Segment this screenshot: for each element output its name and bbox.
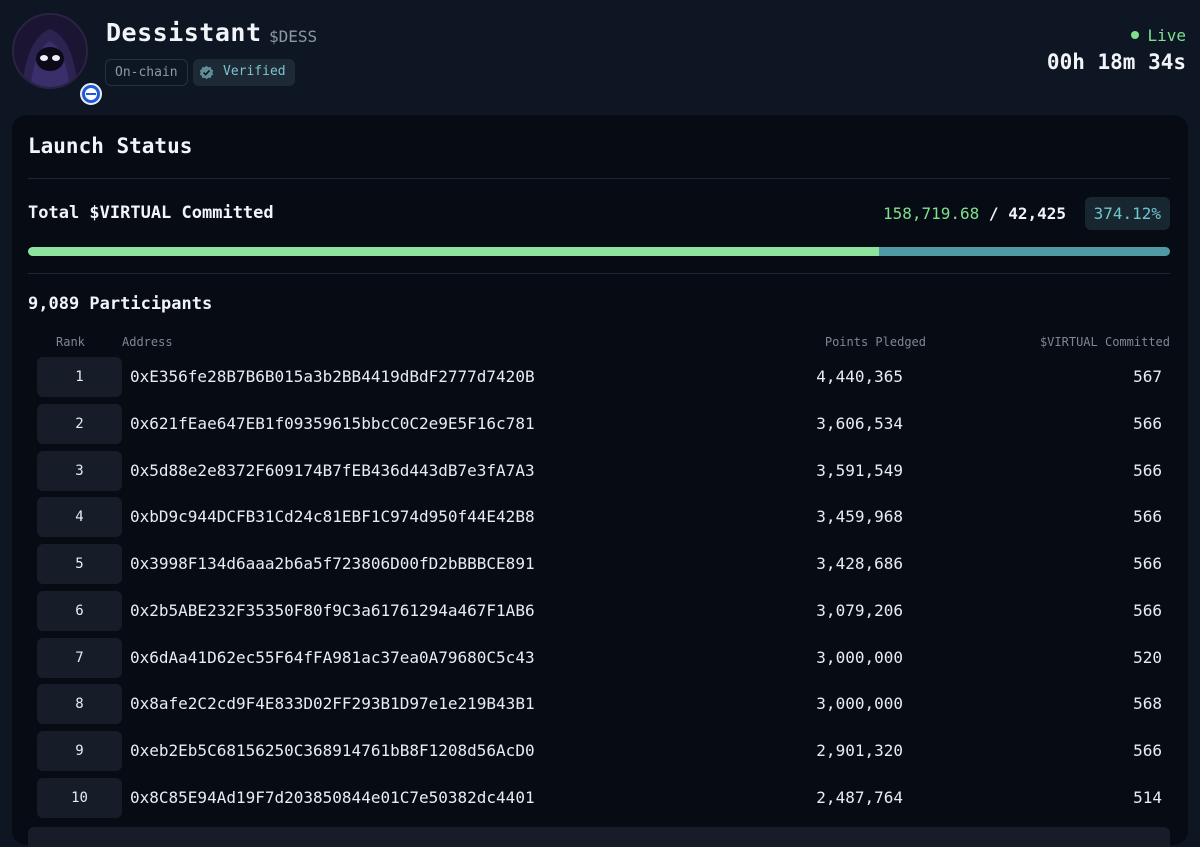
address-cell[interactable]: 0xeb2Eb5C68156250C368914761bB8F1208d56Ac… xyxy=(130,731,535,771)
address-cell[interactable]: 0x8C85E94Ad19F7d203850844e01C7e50382dc44… xyxy=(130,778,535,818)
header-rank: Rank xyxy=(56,335,85,349)
verified-label: Verified xyxy=(223,64,286,79)
rank-cell: 4 xyxy=(37,497,122,538)
onchain-tag: On-chain xyxy=(105,59,188,86)
token-name: Dessistant xyxy=(106,18,262,47)
check-shield-icon xyxy=(199,65,214,80)
token-header: Dessistant $DESS On-chain Verified Live … xyxy=(0,0,1200,110)
committed-cell: 566 xyxy=(1133,554,1162,573)
address-cell[interactable]: 0x621fEae647EB1f09359615bbcC0C2e9E5F16c7… xyxy=(130,404,535,444)
table-row[interactable]: 3 0x5d88e2e8372F609174B7fEB436d443dB7e3fA… xyxy=(12,450,1188,491)
header-address: Address xyxy=(122,335,173,349)
rank-cell: 9 xyxy=(37,731,122,771)
header-points: Points Pledged xyxy=(824,335,926,349)
live-dot-icon xyxy=(1131,31,1140,39)
points-cell: 3,428,686 xyxy=(816,554,903,573)
points-cell: 3,079,206 xyxy=(816,600,903,620)
committed-cell: 566 xyxy=(1133,460,1162,480)
rank-cell: 7 xyxy=(37,637,122,678)
committed-cell: 568 xyxy=(1133,694,1162,714)
card-title: Launch Status xyxy=(28,134,193,158)
table-row[interactable]: 10 0x8C85E94Ad19F7d203850844e01C7e50382dc… xyxy=(12,777,1188,818)
address-cell[interactable]: 0x5d88e2e8372F609174B7fEB436d443dB7e3fA7… xyxy=(130,451,535,491)
points-cell: 3,606,534 xyxy=(816,413,903,433)
address-cell[interactable]: 0x2b5ABE232F35350F80f9C3a61761294a467F1A… xyxy=(130,591,535,631)
committed-cell: 566 xyxy=(1133,507,1162,527)
rank-cell: 8 xyxy=(37,684,122,725)
launch-status-card: Launch Status Total $VIRTUAL Committed 1… xyxy=(12,115,1188,847)
header-committed: $VIRTUAL Committed xyxy=(1039,335,1170,349)
chain-badge xyxy=(80,83,102,105)
points-cell: 4,440,365 xyxy=(816,367,903,386)
address-cell[interactable]: 0xbD9c944DCFB31Cd24c81EBF1C974d950f44E42… xyxy=(130,497,535,537)
divider xyxy=(28,178,1170,179)
rank-cell: 5 xyxy=(37,544,122,584)
committed-cell: 567 xyxy=(1133,367,1162,386)
points-cell: 2,901,320 xyxy=(816,741,903,760)
points-cell: 2,487,764 xyxy=(816,787,903,807)
divider xyxy=(28,273,1170,274)
table-row[interactable]: 2 0x621fEae647EB1f09359615bbcC0C2e9E5F16c… xyxy=(12,403,1188,444)
committed-cell: 520 xyxy=(1133,647,1162,667)
points-cell: 3,459,968 xyxy=(816,507,903,527)
participants-count: 9,089 Participants xyxy=(28,294,213,314)
address-cell[interactable]: 0x8afe2C2cd9F4E833D02FF293B1D97e1e219B43… xyxy=(130,684,535,724)
table-row[interactable]: 1 0xE356fe28B7B6B015a3b2BB4419dBdF2777d74… xyxy=(12,357,1188,397)
table-row[interactable]: 8 0x8afe2C2cd9F4E833D02FF293B1D97e1e219B4… xyxy=(12,684,1188,725)
total-committed-values: 158,719.68 / 42,425 xyxy=(883,204,1066,223)
points-cell: 3,000,000 xyxy=(816,694,903,714)
table-row[interactable]: 5 0x3998F134d6aaa2b6a5f723806D00fD2bBBBCE… xyxy=(12,544,1188,584)
verified-tag: Verified xyxy=(193,59,295,86)
live-status: Live xyxy=(1131,26,1186,45)
committed-cell: 566 xyxy=(1133,600,1162,620)
amount-separator: / xyxy=(988,204,999,223)
address-cell[interactable]: 0x3998F134d6aaa2b6a5f723806D00fD2bBBBCE8… xyxy=(130,544,535,584)
rank-cell: 10 xyxy=(37,777,122,818)
token-avatar[interactable] xyxy=(12,13,102,105)
live-label: Live xyxy=(1147,26,1186,45)
token-ticker: $DESS xyxy=(269,27,318,46)
points-cell: 3,000,000 xyxy=(816,647,903,667)
points-cell: 3,591,549 xyxy=(816,460,903,480)
table-row[interactable]: 6 0x2b5ABE232F35350F80f9C3a61761294a467F1… xyxy=(12,590,1188,631)
hooded-figure-avatar-icon xyxy=(14,15,86,87)
address-cell[interactable]: 0x6dAa41D62ec55F64fFA981ac37ea0A79680C5c… xyxy=(130,638,535,678)
total-committed-label: Total $VIRTUAL Committed xyxy=(28,203,274,223)
target-amount: 42,425 xyxy=(1008,204,1066,223)
progress-fill xyxy=(28,247,879,256)
rank-cell: 1 xyxy=(37,357,122,397)
committed-cell: 566 xyxy=(1133,413,1162,433)
countdown-timer: 00h 18m 34s xyxy=(1046,50,1186,74)
table-row[interactable]: 4 0xbD9c944DCFB31Cd24c81EBF1C974d950f44E4… xyxy=(12,497,1188,538)
table-row[interactable]: 7 0x6dAa41D62ec55F64fFA981ac37ea0A79680C5… xyxy=(12,637,1188,678)
committed-amount: 158,719.68 xyxy=(882,204,980,223)
rank-cell: 2 xyxy=(37,403,122,444)
rank-cell: 3 xyxy=(37,450,122,491)
committed-cell: 514 xyxy=(1133,787,1162,807)
table-row xyxy=(28,827,1170,847)
committed-cell: 566 xyxy=(1133,741,1162,760)
base-chain-icon xyxy=(85,88,97,100)
rank-cell: 6 xyxy=(37,590,122,631)
commit-progress-bar xyxy=(28,247,1170,256)
address-cell[interactable]: 0xE356fe28B7B6B015a3b2BB4419dBdF2777d742… xyxy=(130,357,535,397)
percent-badge: 374.12% xyxy=(1084,197,1170,230)
table-row[interactable]: 9 0xeb2Eb5C68156250C368914761bB8F1208d56A… xyxy=(12,731,1188,771)
